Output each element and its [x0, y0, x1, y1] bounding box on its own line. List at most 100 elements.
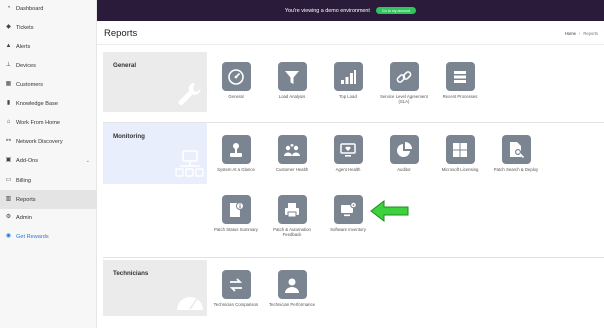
- report-tile-load-analysis[interactable]: Load Analysis: [267, 62, 317, 99]
- sidebar-item-label: Add-Ons: [16, 157, 39, 164]
- report-tile-general[interactable]: General: [211, 62, 261, 99]
- go-to-account-button[interactable]: Go to my account: [375, 7, 417, 14]
- report-tile-label: Service Level Agreement (SLA): [380, 94, 428, 105]
- rewards-icon: ◉: [5, 233, 12, 239]
- sidebar-item-customers[interactable]: ▦ Customers: [0, 75, 97, 94]
- sidebar-item-get-rewards[interactable]: ◉ Get Rewards: [0, 227, 97, 246]
- home-icon: ⌂: [6, 119, 11, 125]
- file-info-icon: [221, 195, 251, 224]
- report-tile-label: General: [228, 94, 244, 99]
- wrench-icon: [178, 82, 201, 105]
- users-heart-icon: [277, 135, 307, 164]
- sidebar-item-add-ons[interactable]: ▣ Add-Ons ⌄: [0, 151, 97, 170]
- breadcrumb-current: Reports: [583, 31, 598, 36]
- sidebar-item-label: Work From Home: [16, 119, 61, 126]
- demo-banner-text: You're viewing a demo environment: [284, 7, 370, 14]
- sidebar-item-knowledge-base[interactable]: ▮ Knowledge Base: [0, 94, 97, 113]
- report-tile-label: Load Analysis: [278, 94, 306, 99]
- demo-banner: You're viewing a demo environment Go to …: [97, 0, 604, 21]
- report-tile-label: Technician Performance: [268, 302, 316, 307]
- ticket-icon: ◆: [6, 24, 11, 30]
- sidebar-item-label: Knowledge Base: [16, 100, 58, 107]
- green-arrow-icon: [370, 199, 409, 223]
- report-tile-patch-status-summary[interactable]: Patch Status Summary: [211, 195, 261, 232]
- report-tile-sla[interactable]: Service Level Agreement (SLA): [379, 62, 429, 104]
- section-monitoring-label: Monitoring: [103, 123, 207, 184]
- sidebar-item-label: Customers: [16, 81, 44, 88]
- report-tile-recent-processes[interactable]: Recent Processes: [435, 62, 485, 99]
- report-tile-label: Recent Processes: [442, 94, 478, 99]
- customers-icon: ▦: [5, 81, 12, 87]
- report-tile-label: Patch & Automation Feedback: [273, 227, 311, 238]
- report-tile-microsoft-licensing[interactable]: Microsoft Licensing: [435, 135, 485, 172]
- report-tile-label: Customer Health: [275, 167, 309, 172]
- section-divider: [103, 257, 604, 258]
- report-tile-label: Software Inventory: [330, 227, 366, 232]
- sidebar-item-label: Tickets: [16, 24, 34, 31]
- report-tile-label: Top Load: [339, 94, 357, 99]
- pie-chart-icon: [389, 135, 419, 164]
- sidebar-item-label: Devices: [16, 62, 36, 69]
- report-tile-top-load[interactable]: Top Load: [323, 62, 373, 99]
- breadcrumb-separator: ›: [578, 31, 581, 36]
- report-tile-label: Technician Comparison: [213, 302, 259, 307]
- monitor-nodes-icon: [175, 150, 204, 177]
- gauge-icon: [221, 62, 251, 91]
- section-title-monitoring: Monitoring: [113, 133, 145, 140]
- addons-icon: ▣: [5, 157, 12, 163]
- billing-icon: ▭: [5, 177, 12, 183]
- report-tile-label: Patch Status Summary: [214, 227, 258, 232]
- reports-icon: ▥: [5, 196, 12, 202]
- sidebar-item-billing[interactable]: ▭ Billing: [0, 171, 97, 190]
- funnel-icon: [277, 62, 307, 91]
- report-tile-auditor[interactable]: Auditor: [379, 135, 429, 172]
- report-tile-label: Patch Search & Deploy: [493, 167, 539, 172]
- sidebar-item-network-discovery[interactable]: ⚯ Network Discovery: [0, 132, 97, 151]
- monitor-gear-icon: [333, 195, 363, 224]
- sidebar-item-label: Dashboard: [16, 5, 44, 12]
- alert-icon: ▲: [5, 43, 12, 49]
- speedometer-icon: [177, 297, 203, 310]
- admin-icon: ⚙: [5, 214, 12, 220]
- report-tile-software-inventory[interactable]: Software Inventory: [323, 195, 373, 232]
- dashboard-icon: ◔: [6, 5, 11, 11]
- chevron-down-icon[interactable]: ⌄: [86, 158, 90, 164]
- report-tile-label: Agent Health: [335, 167, 361, 172]
- book-icon: ▮: [6, 100, 11, 106]
- section-general-label: General: [103, 52, 207, 112]
- sidebar-item-work-from-home[interactable]: ⌂ Work From Home: [0, 113, 97, 132]
- report-tile-technician-comparison[interactable]: Technician Comparison: [211, 270, 261, 307]
- sidebar-item-dashboard[interactable]: ◔ Dashboard: [0, 0, 97, 18]
- section-technicians-label: Technicians: [103, 260, 207, 316]
- joystick-icon: [221, 135, 251, 164]
- sidebar: ◔ Dashboard ◆ Tickets ▲ Alerts ⊥ Devices…: [0, 0, 97, 328]
- devices-icon: ⊥: [5, 62, 12, 68]
- link-icon: [389, 62, 419, 91]
- breadcrumb-home-link[interactable]: Home: [565, 31, 576, 36]
- report-tile-customer-health[interactable]: Customer Health: [267, 135, 317, 172]
- sidebar-item-label: Get Rewards: [16, 233, 49, 240]
- report-tile-label: System At a Glance: [217, 167, 255, 172]
- report-tile-patch-automation-feedback[interactable]: Patch & Automation Feedback: [267, 195, 317, 237]
- list-icon: [445, 62, 475, 91]
- report-tile-system-at-a-glance[interactable]: System At a Glance: [211, 135, 261, 172]
- swap-icon: [221, 270, 251, 299]
- section-title-general: General: [113, 62, 137, 69]
- sidebar-item-label: Billing: [16, 177, 31, 184]
- sidebar-item-admin[interactable]: ⚙ Admin: [0, 208, 97, 227]
- sidebar-item-devices[interactable]: ⊥ Devices: [0, 56, 97, 75]
- file-search-icon: [501, 135, 531, 164]
- report-tile-patch-search-deploy[interactable]: Patch Search & Deploy: [491, 135, 541, 172]
- report-tile-label: Auditor: [397, 167, 411, 172]
- page-title: Reports: [104, 28, 138, 39]
- sidebar-item-tickets[interactable]: ◆ Tickets: [0, 18, 97, 37]
- printer-icon: [277, 195, 307, 224]
- sidebar-item-reports[interactable]: ▥ Reports: [0, 190, 97, 209]
- sidebar-item-label: Network Discovery: [16, 138, 63, 145]
- report-tile-agent-health[interactable]: Agent Health: [323, 135, 373, 172]
- report-tile-technician-performance[interactable]: Technician Performance: [267, 270, 317, 307]
- windows-icon: [445, 135, 475, 164]
- sidebar-item-alerts[interactable]: ▲ Alerts: [0, 37, 97, 56]
- bar-chart-icon: [333, 62, 363, 91]
- sidebar-item-label: Reports: [16, 196, 36, 203]
